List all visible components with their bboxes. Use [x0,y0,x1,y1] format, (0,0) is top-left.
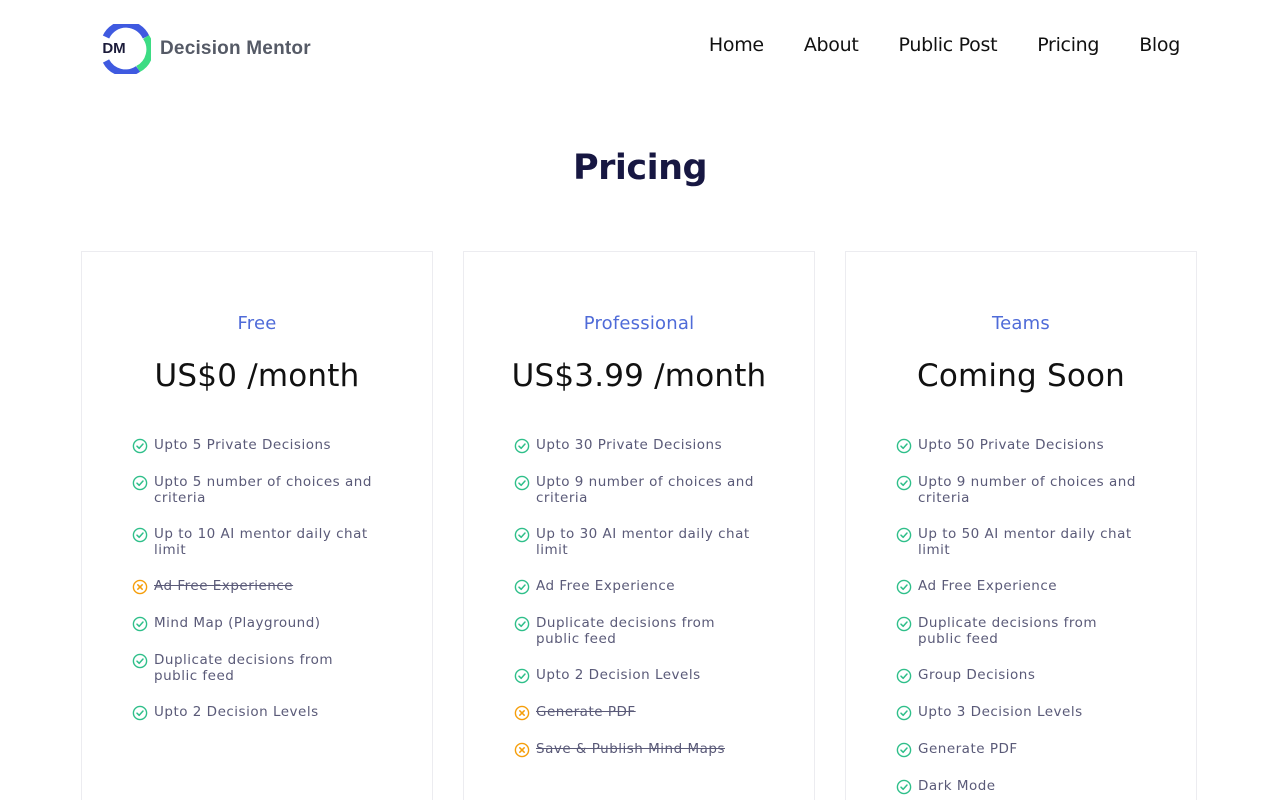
x-circle-icon [132,579,148,595]
feature-text: Up to 10 AI mentor daily chat limit [154,526,368,558]
feature-item: Ad Free Experience [132,578,372,595]
feature-item: Upto 50 Private Decisions [896,437,1136,454]
nav-home[interactable]: Home [709,34,764,56]
feature-item: Generate PDF [514,704,754,721]
check-circle-icon [896,668,912,684]
pricing-card-free: Free US$0 /month Upto 5 Private Decision… [81,251,433,800]
feature-text: Ad Free Experience [154,578,294,594]
feature-item: Upto 5 Private Decisions [132,437,372,454]
feature-item: Upto 9 number of choices and criteria [514,474,754,506]
feature-text: Up to 50 AI mentor daily chat limit [918,526,1132,558]
nav-blog[interactable]: Blog [1139,34,1180,56]
check-circle-icon [132,527,148,543]
feature-text: Save & Publish Mind Maps [536,741,725,757]
plan-price: US$3.99 /month [511,358,767,394]
feature-list: Upto 50 Private Decisions Upto 9 number o… [896,437,1136,800]
check-circle-icon [132,653,148,669]
feature-text: Up to 30 AI mentor daily chat limit [536,526,750,558]
plan-price: Coming Soon [916,358,1126,394]
feature-text: Upto 50 Private Decisions [918,437,1105,453]
brand-name: Decision Mentor [160,38,311,59]
feature-text: Upto 30 Private Decisions [536,437,723,453]
feature-item: Duplicate decisions from public feed [514,615,754,647]
check-circle-icon [896,616,912,632]
feature-text: Upto 5 Private Decisions [154,437,332,453]
check-circle-icon [896,438,912,454]
feature-text: Ad Free Experience [536,578,676,594]
feature-text: Upto 9 number of choices and criteria [536,474,754,506]
feature-text: Upto 9 number of choices and criteria [918,474,1136,506]
feature-text: Upto 5 number of choices and criteria [154,474,372,506]
feature-item: Duplicate decisions from public feed [896,615,1136,647]
page-title: Pricing [572,148,708,188]
nav-about[interactable]: About [804,34,859,56]
check-circle-icon [514,527,530,543]
feature-text: Generate PDF [536,704,636,720]
feature-item: Upto 30 Private Decisions [514,437,754,454]
check-circle-icon [132,438,148,454]
feature-text: Group Decisions [918,667,1036,683]
plan-price: US$0 /month [154,358,360,394]
feature-text: Duplicate decisions from public feed [154,652,333,684]
feature-item: Up to 50 AI mentor daily chat limit [896,526,1136,558]
feature-list: Upto 30 Private Decisions Upto 9 number o… [514,437,754,778]
feature-item: Up to 30 AI mentor daily chat limit [514,526,754,558]
feature-item: Duplicate decisions from public feed [132,652,372,684]
plan-name: Professional [583,313,695,334]
feature-item: Save & Publish Mind Maps [514,741,754,758]
check-circle-icon [514,475,530,491]
brand-logo-link[interactable]: DM Decision Mentor [100,24,311,74]
feature-item: Group Decisions [896,667,1136,684]
check-circle-icon [896,779,912,795]
feature-item: Upto 2 Decision Levels [132,704,372,721]
feature-item: Ad Free Experience [514,578,754,595]
pricing-cards: Free US$0 /month Upto 5 Private Decision… [81,251,1197,800]
plan-name: Free [237,313,277,334]
check-circle-icon [132,705,148,721]
feature-item: Mind Map (Playground) [132,615,372,632]
check-circle-icon [132,616,148,632]
x-circle-icon [514,705,530,721]
check-circle-icon [896,742,912,758]
logo-monogram: DM [102,40,126,57]
feature-text: Upto 3 Decision Levels [918,704,1083,720]
check-circle-icon [896,475,912,491]
x-circle-icon [514,742,530,758]
check-circle-icon [514,616,530,632]
check-circle-icon [896,579,912,595]
feature-text: Duplicate decisions from public feed [536,615,715,647]
plan-name: Teams [992,313,1050,334]
site-header: DM Decision Mentor Home About Public Pos… [0,0,1280,98]
feature-item: Upto 5 number of choices and criteria [132,474,372,506]
feature-text: Ad Free Experience [918,578,1058,594]
nav-public-post[interactable]: Public Post [899,34,998,56]
feature-text: Duplicate decisions from public feed [918,615,1097,647]
feature-item: Generate PDF [896,741,1136,758]
check-circle-icon [896,527,912,543]
feature-item: Upto 3 Decision Levels [896,704,1136,721]
pricing-card-teams: Teams Coming Soon Upto 50 Private Decisi… [845,251,1197,800]
check-circle-icon [132,475,148,491]
feature-item: Ad Free Experience [896,578,1136,595]
check-circle-icon [514,438,530,454]
logo-icon: DM [100,24,151,74]
feature-list: Upto 5 Private Decisions Upto 5 number of… [132,437,372,741]
feature-item: Upto 9 number of choices and criteria [896,474,1136,506]
check-circle-icon [514,668,530,684]
feature-item: Upto 2 Decision Levels [514,667,754,684]
feature-text: Generate PDF [918,741,1018,757]
main-nav: Home About Public Post Pricing Blog [709,34,1180,56]
feature-text: Mind Map (Playground) [154,615,321,631]
pricing-card-professional: Professional US$3.99 /month Upto 30 Priv… [463,251,815,800]
feature-text: Upto 2 Decision Levels [154,704,319,720]
feature-text: Upto 2 Decision Levels [536,667,701,683]
nav-pricing[interactable]: Pricing [1037,34,1099,56]
check-circle-icon [514,579,530,595]
feature-text: Dark Mode [918,778,996,794]
check-circle-icon [896,705,912,721]
feature-item: Dark Mode [896,778,1136,795]
feature-item: Up to 10 AI mentor daily chat limit [132,526,372,558]
